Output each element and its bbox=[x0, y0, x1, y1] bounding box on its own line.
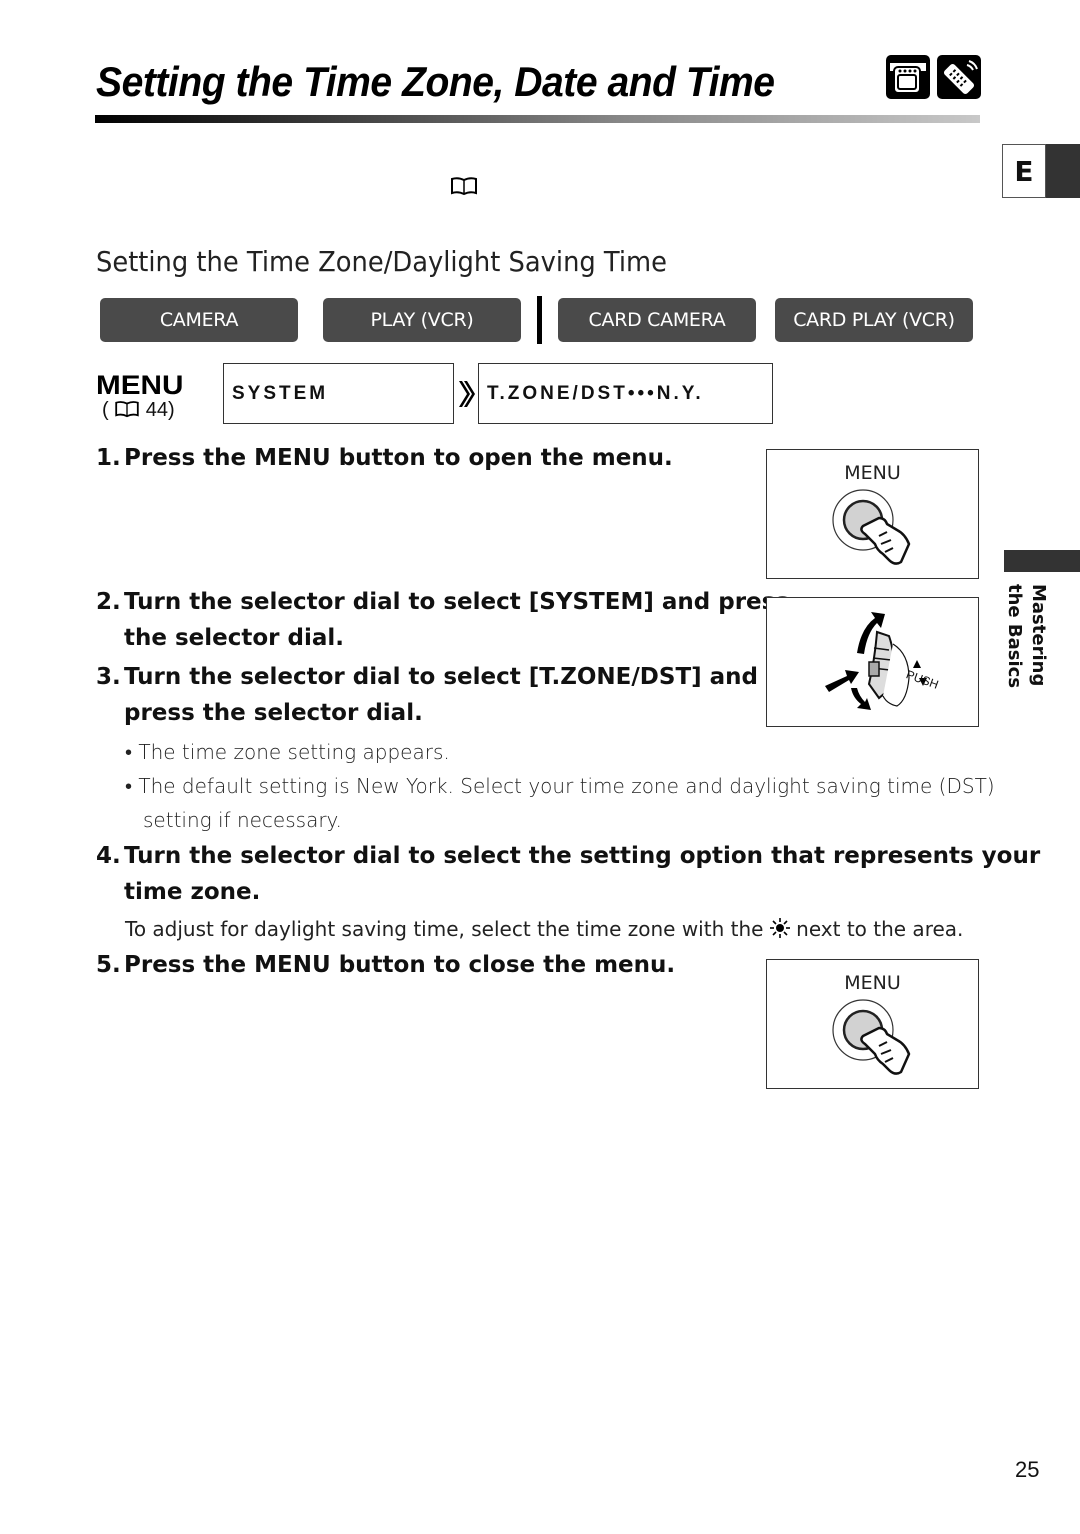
figure-menu-label: MENU bbox=[844, 462, 901, 484]
chapter-tab-label: Mastering the Basics bbox=[1004, 584, 1054, 688]
step-text-line-2: time zone. bbox=[124, 879, 261, 905]
step-text-line-1: Turn the selector dial to select [T.ZONE… bbox=[124, 664, 759, 690]
bullet-line-1: • The default setting is New York. Selec… bbox=[125, 774, 995, 798]
dial-push-label: PUSH bbox=[904, 667, 940, 692]
section-title: Setting the Time Zone/Daylight Saving Ti… bbox=[96, 245, 667, 278]
menu-level-1: SYSTEM bbox=[223, 363, 454, 424]
mode-play-vcr: PLAY (VCR) bbox=[323, 298, 521, 342]
figure-menu-label: MENU bbox=[844, 972, 901, 994]
step-number: 4. bbox=[96, 843, 121, 869]
step-number: 3. bbox=[96, 664, 121, 690]
sun-icon bbox=[769, 918, 790, 938]
book-icon bbox=[450, 176, 478, 196]
step-text-line-1: Turn the selector dial to select the set… bbox=[124, 843, 1041, 869]
finger-press-button-icon bbox=[832, 999, 911, 1075]
step-3: 3. Turn the selector dial to select [T.ZO… bbox=[96, 659, 758, 731]
menu-button-figure: MENU bbox=[766, 449, 979, 579]
step-text: Press the MENU button to close the menu. bbox=[124, 952, 676, 978]
step-1: 1. Press the MENU button to open the menu… bbox=[96, 440, 673, 476]
book-icon bbox=[115, 401, 139, 418]
step-number: 1. bbox=[96, 445, 121, 471]
mode-card-play-vcr: CARD PLAY (VCR) bbox=[775, 298, 973, 342]
mode-card-camera: CARD CAMERA bbox=[558, 298, 756, 342]
menu-label: MENU bbox=[96, 370, 184, 400]
page-title: Setting the Time Zone, Date and Time bbox=[96, 58, 775, 105]
step-text-line-2: the selector dial. bbox=[124, 625, 345, 651]
finger-press-button-icon bbox=[832, 489, 911, 565]
menu-page-reference: ( 44) bbox=[102, 399, 175, 422]
dst-note: To adjust for daylight saving time, sele… bbox=[125, 917, 963, 941]
bullet-default-setting: • The default setting is New York. Selec… bbox=[125, 769, 995, 837]
step-2: 2. Turn the selector dial to select [SYST… bbox=[96, 584, 789, 656]
chapter-tab-marker bbox=[1004, 550, 1080, 572]
mode-camera: CAMERA bbox=[100, 298, 298, 342]
step-4: 4. Turn the selector dial to select the s… bbox=[96, 838, 1040, 910]
bullet-time-zone-appears: • The time zone setting appears. bbox=[125, 740, 450, 764]
chapter-tab-line-2: the Basics bbox=[1004, 584, 1025, 689]
menu-ref-page: 44) bbox=[145, 399, 175, 421]
step-number: 2. bbox=[96, 589, 121, 615]
step-text: Press the MENU button to open the menu. bbox=[124, 445, 673, 471]
menu-ref-open: ( bbox=[102, 399, 109, 421]
step-text-line-1: Turn the selector dial to select [SYSTEM… bbox=[124, 589, 790, 615]
menu-button-figure-close: MENU bbox=[766, 959, 979, 1089]
step-number: 5. bbox=[96, 952, 121, 978]
camcorder-icon bbox=[886, 55, 930, 99]
mode-separator bbox=[537, 296, 542, 344]
note-text-before: To adjust for daylight saving time, sele… bbox=[125, 917, 770, 941]
chapter-tab-line-1: Mastering bbox=[1028, 584, 1049, 687]
page-number: 25 bbox=[1015, 1457, 1040, 1482]
language-letter: E bbox=[1002, 144, 1046, 198]
note-text-after: next to the area. bbox=[789, 917, 964, 941]
step-text-line-2: press the selector dial. bbox=[124, 700, 423, 726]
remote-control-icon bbox=[937, 55, 981, 99]
bullet-line-2: setting if necessary. bbox=[143, 808, 342, 832]
step-5: 5. Press the MENU button to close the men… bbox=[96, 947, 675, 983]
language-tab-marker bbox=[1046, 144, 1080, 198]
selector-dial-icon: PUSH bbox=[825, 612, 940, 710]
menu-level-2: T.ZONE/DST•••N.Y. bbox=[478, 363, 773, 424]
selector-dial-figure: PUSH bbox=[766, 597, 979, 727]
title-rule bbox=[95, 115, 980, 123]
language-tab: E bbox=[1002, 144, 1080, 198]
double-chevron-right-icon bbox=[458, 380, 476, 412]
